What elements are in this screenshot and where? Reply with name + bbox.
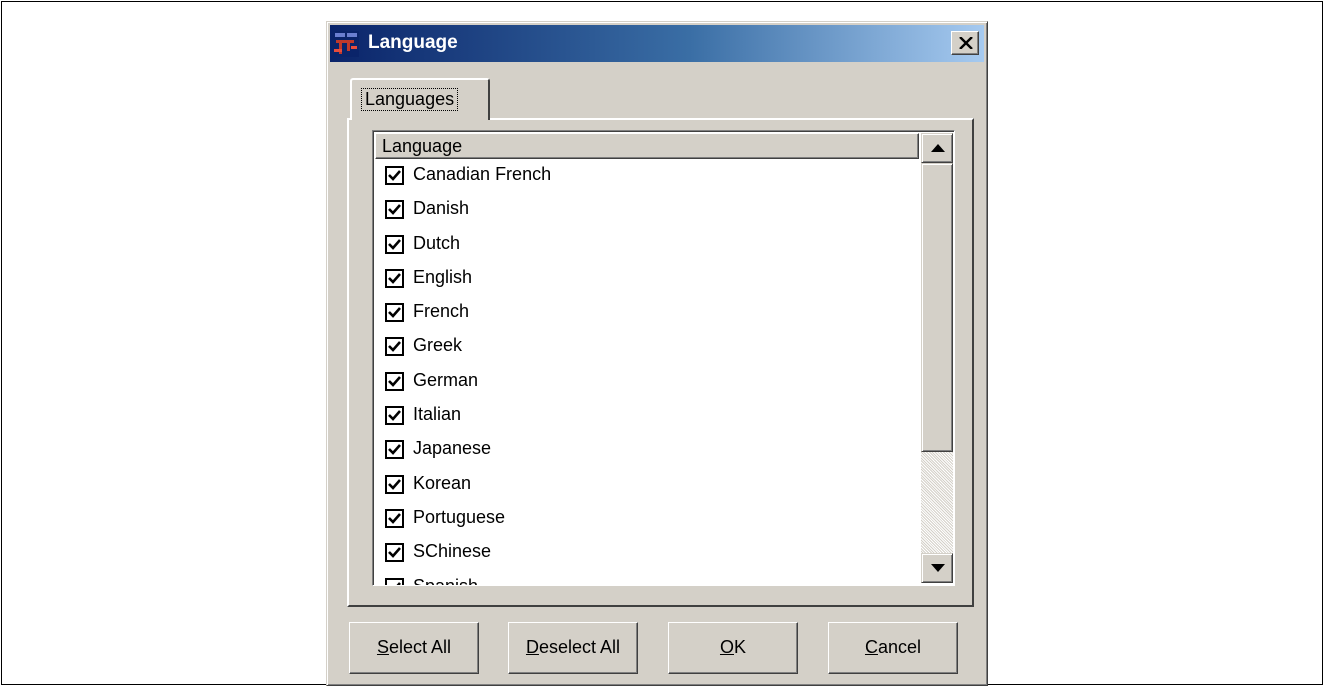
checkbox[interactable] xyxy=(385,371,404,391)
list-rows: Canadian French Danish Dutch English French G… xyxy=(375,159,919,586)
checkbox[interactable] xyxy=(385,543,404,563)
deselect-all-button[interactable]: Deselect All xyxy=(508,622,638,674)
scroll-thumb[interactable] xyxy=(921,163,953,452)
list-item-label: Dutch xyxy=(413,232,461,253)
scroll-up-button[interactable] xyxy=(921,133,953,163)
list-item[interactable]: Italian xyxy=(375,399,919,433)
checkmark-icon xyxy=(388,273,401,284)
list-item[interactable]: Greek xyxy=(375,330,919,364)
list-item-label: Spanish xyxy=(413,575,479,586)
arrow-up-icon xyxy=(931,144,945,152)
checkmark-icon xyxy=(388,170,401,181)
checkbox[interactable] xyxy=(385,268,404,288)
list-item[interactable]: French xyxy=(375,296,919,330)
checkbox[interactable] xyxy=(385,166,404,185)
checkbox[interactable] xyxy=(385,406,404,426)
select-all-button[interactable]: Select All xyxy=(349,622,479,674)
checkbox[interactable] xyxy=(385,337,404,357)
list-item[interactable]: Portuguese xyxy=(375,502,919,536)
list-item-label: Greek xyxy=(413,335,463,356)
list-item-label: Korean xyxy=(413,472,472,493)
checkmark-icon xyxy=(388,204,401,216)
checkbox[interactable] xyxy=(385,508,404,528)
close-button[interactable] xyxy=(951,31,979,55)
checkmark-icon xyxy=(396,581,401,585)
list-item[interactable]: German xyxy=(375,365,919,399)
checkmark-icon xyxy=(388,444,401,456)
scroll-down-button[interactable] xyxy=(921,553,953,583)
language-dialog: Language Languages Language Canadian Fre… xyxy=(326,21,988,686)
list-item[interactable]: Japanese xyxy=(375,433,919,467)
checkmark-icon xyxy=(388,238,401,250)
column-header-language[interactable]: Language xyxy=(375,133,919,159)
checkmark-icon xyxy=(388,513,401,524)
tab-panel: Language Canadian French Danish Dutch Engli… xyxy=(347,118,974,607)
list-item-label: English xyxy=(413,266,473,287)
list-item-label: Italian xyxy=(413,404,462,425)
checkmark-icon xyxy=(388,410,401,421)
list-item-label: Canadian French xyxy=(413,164,552,184)
tab-languages[interactable]: Languages xyxy=(350,78,490,120)
list-item[interactable]: Danish xyxy=(375,193,919,227)
dialog-title: Language xyxy=(368,32,458,53)
list-item-label: Japanese xyxy=(413,438,492,459)
title-bar[interactable]: Language xyxy=(330,25,984,62)
cancel-button[interactable]: Cancel xyxy=(828,622,958,674)
checkmark-icon xyxy=(388,341,401,353)
checkbox[interactable] xyxy=(385,234,404,254)
list-item[interactable]: Dutch xyxy=(375,228,919,262)
checkbox[interactable] xyxy=(385,474,404,494)
vertical-scrollbar[interactable] xyxy=(921,133,953,583)
list-item-label: SChinese xyxy=(413,541,492,562)
application-icon xyxy=(333,31,359,57)
checkmark-icon xyxy=(388,307,401,319)
ok-button[interactable]: OK xyxy=(668,622,798,674)
column-header-label: Language xyxy=(382,136,463,156)
checkmark-icon xyxy=(388,547,401,559)
arrow-down-icon xyxy=(931,564,945,572)
close-icon xyxy=(959,37,973,49)
list-item[interactable]: Spanish xyxy=(375,571,919,586)
list-item-label: German xyxy=(413,369,479,390)
language-list[interactable]: Language Canadian French Danish Dutch Engli… xyxy=(372,130,955,586)
tab-languages-label: Languages xyxy=(360,88,459,111)
list-item[interactable]: SChinese xyxy=(375,536,919,570)
checkbox[interactable] xyxy=(385,440,404,460)
list-item[interactable]: Canadian French xyxy=(375,159,919,193)
checkmark-icon xyxy=(388,375,401,387)
checkmark-icon xyxy=(388,478,401,490)
checkbox[interactable] xyxy=(385,577,404,585)
list-item-label: Portuguese xyxy=(413,506,506,527)
list-item[interactable]: Korean xyxy=(375,468,919,502)
list-item-label: French xyxy=(413,301,470,322)
checkbox[interactable] xyxy=(385,303,404,323)
list-item[interactable]: English xyxy=(375,262,919,296)
list-item-label: Danish xyxy=(413,198,470,219)
checkbox[interactable] xyxy=(385,200,404,220)
